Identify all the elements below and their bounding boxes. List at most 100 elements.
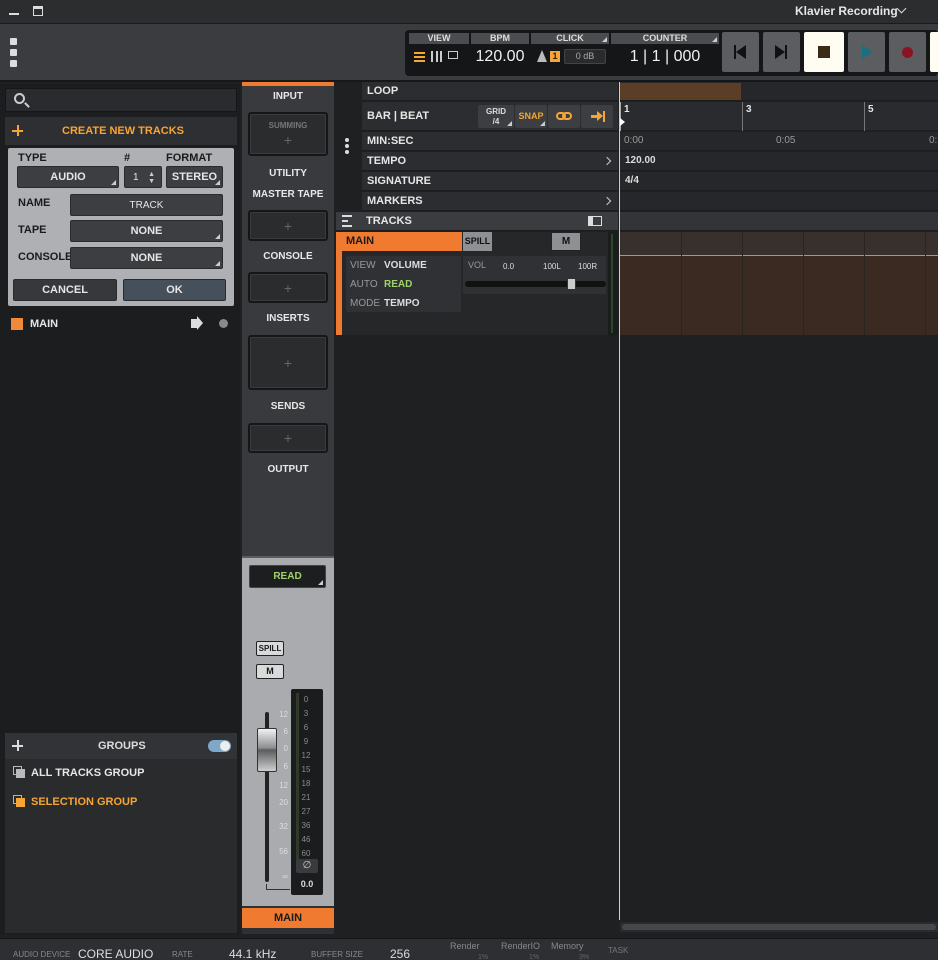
phase-button[interactable]: ∅ xyxy=(296,859,318,873)
markers-lane[interactable] xyxy=(620,192,938,211)
track-spill-button[interactable]: SPILL xyxy=(463,232,492,251)
volume-automation-line[interactable] xyxy=(620,255,938,256)
click-level[interactable]: 0 dB xyxy=(564,49,606,64)
tracks-header: TRACKS xyxy=(336,212,618,231)
name-input[interactable]: TRACK xyxy=(70,194,223,216)
channel-name[interactable]: MAIN xyxy=(242,908,334,928)
ok-button[interactable]: OK xyxy=(123,279,226,301)
rate-value[interactable]: 44.1 kHz xyxy=(229,947,276,960)
bar-beat-row[interactable]: BAR | BEAT GRID /4 SNAP xyxy=(362,102,618,131)
toolbar: VIEW BPM 120.00 CLICK 1 0 dB COUNTER 1 |… xyxy=(0,24,938,82)
window-icon[interactable] xyxy=(33,6,43,16)
view-columns-icon[interactable] xyxy=(431,51,442,62)
track-vol-value[interactable]: 0.0 xyxy=(503,262,514,271)
add-input-icon[interactable]: + xyxy=(284,132,292,148)
loop-button[interactable] xyxy=(930,32,938,72)
tempo-row[interactable]: TEMPO xyxy=(362,152,618,171)
markers-row[interactable]: MARKERS xyxy=(362,192,618,211)
device-value[interactable]: CORE AUDIO xyxy=(78,947,153,960)
track-mode-value[interactable]: TEMPO xyxy=(384,298,420,309)
group-item-all-tracks[interactable]: ALL TRACKS GROUP xyxy=(5,762,237,784)
arrange-empty-area[interactable] xyxy=(336,336,938,920)
track-pan-right[interactable]: 100R xyxy=(578,262,597,271)
console-section-label: CONSOLE xyxy=(263,251,313,262)
inserts-slot[interactable]: + xyxy=(248,335,328,390)
chevron-right-icon[interactable] xyxy=(602,156,612,166)
type-select[interactable]: AUDIO xyxy=(17,166,119,188)
channel-mute-button[interactable]: M xyxy=(256,664,284,679)
format-select[interactable]: STEREO xyxy=(166,166,223,188)
channel-spill-button[interactable]: SPILL xyxy=(256,641,284,656)
track-volume-slider[interactable] xyxy=(465,281,606,287)
track-view-value[interactable]: VOLUME xyxy=(384,260,427,271)
track-auto-value[interactable]: READ xyxy=(384,279,412,290)
grid-select[interactable]: GRID /4 xyxy=(478,105,514,128)
track-color-swatch xyxy=(11,318,23,330)
counter-value[interactable]: 1 | 1 | 000 xyxy=(611,48,719,66)
window-title[interactable]: Klavier Recording xyxy=(795,4,898,18)
automation-select[interactable]: READ xyxy=(249,565,326,588)
view-list-icon[interactable] xyxy=(414,52,425,62)
track-list-item[interactable]: MAIN xyxy=(5,314,237,336)
console-select[interactable]: NONE xyxy=(70,247,223,269)
stop-button[interactable] xyxy=(804,32,844,72)
more-options-icon[interactable] xyxy=(345,138,349,154)
forward-button[interactable] xyxy=(763,32,800,72)
link-button[interactable] xyxy=(548,105,580,128)
counter-label[interactable]: COUNTER xyxy=(611,33,719,44)
sends-slot[interactable]: + xyxy=(248,423,328,453)
bar-lane[interactable]: 1 3 5 xyxy=(620,102,938,131)
track-name[interactable]: MAIN xyxy=(342,232,462,251)
loop-row[interactable]: LOOP xyxy=(362,82,618,101)
follow-button[interactable] xyxy=(581,105,613,128)
renderio-label: RenderIO xyxy=(501,941,541,951)
loop-label: LOOP xyxy=(367,85,399,97)
min-sec-row[interactable]: MIN:SEC xyxy=(362,132,618,151)
lane-region[interactable] xyxy=(620,256,938,335)
summing-label: SUMMING xyxy=(268,120,308,130)
search-input[interactable] xyxy=(5,88,237,112)
track-lane[interactable] xyxy=(620,232,938,335)
min-sec-label: MIN:SEC xyxy=(367,135,414,147)
record-arm-icon[interactable] xyxy=(219,319,228,328)
record-button[interactable] xyxy=(889,32,926,72)
snap-button[interactable]: SNAP xyxy=(515,105,547,128)
console-slot[interactable]: + xyxy=(248,272,328,303)
tracks-label: TRACKS xyxy=(366,215,412,227)
group-item-selection[interactable]: SELECTION GROUP xyxy=(5,791,237,813)
count-stepper[interactable]: 1 ▲ ▼ xyxy=(124,166,162,188)
bpm-value[interactable]: 120.00 xyxy=(471,48,529,66)
tape-select[interactable]: NONE xyxy=(70,220,223,242)
playhead-marker[interactable] xyxy=(620,118,625,126)
create-tracks-header[interactable]: CREATE NEW TRACKS xyxy=(5,117,237,145)
buffer-value[interactable]: 256 xyxy=(390,947,410,960)
fader-handle[interactable] xyxy=(257,728,277,772)
stepper-arrows-icon[interactable]: ▲ ▼ xyxy=(148,171,155,185)
input-slot[interactable]: SUMMING + xyxy=(248,112,328,156)
track-menu-icon[interactable] xyxy=(342,215,352,227)
tempo-lane[interactable]: 120.00 xyxy=(620,152,938,171)
track-size-icon[interactable] xyxy=(588,216,602,226)
horizontal-scrollbar[interactable] xyxy=(620,922,938,932)
chevron-right-icon[interactable] xyxy=(602,196,612,206)
metronome-icon[interactable] xyxy=(537,50,547,62)
track-pan-left[interactable]: 100L xyxy=(543,262,561,271)
loop-region[interactable] xyxy=(620,83,741,100)
loop-lane[interactable] xyxy=(620,82,938,101)
play-button[interactable] xyxy=(848,32,885,72)
signature-row[interactable]: SIGNATURE xyxy=(362,172,618,191)
search-field[interactable] xyxy=(34,92,229,108)
track-mute-button[interactable]: M xyxy=(551,232,581,251)
minimize-icon[interactable] xyxy=(9,13,19,15)
menu-dots-icon[interactable] xyxy=(10,38,18,68)
track-volume-handle[interactable] xyxy=(567,278,576,290)
chevron-down-icon[interactable] xyxy=(896,3,907,14)
cancel-button[interactable]: CANCEL xyxy=(13,279,117,301)
view-monitor-icon[interactable] xyxy=(448,51,458,59)
master-tape-slot[interactable]: + xyxy=(248,210,328,241)
rewind-button[interactable] xyxy=(722,32,759,72)
signature-lane[interactable]: 4/4 xyxy=(620,172,938,191)
click-label[interactable]: CLICK xyxy=(531,33,609,44)
groups-toggle[interactable] xyxy=(208,740,231,752)
time-lane[interactable]: 0:00 0:05 0: xyxy=(620,132,938,151)
